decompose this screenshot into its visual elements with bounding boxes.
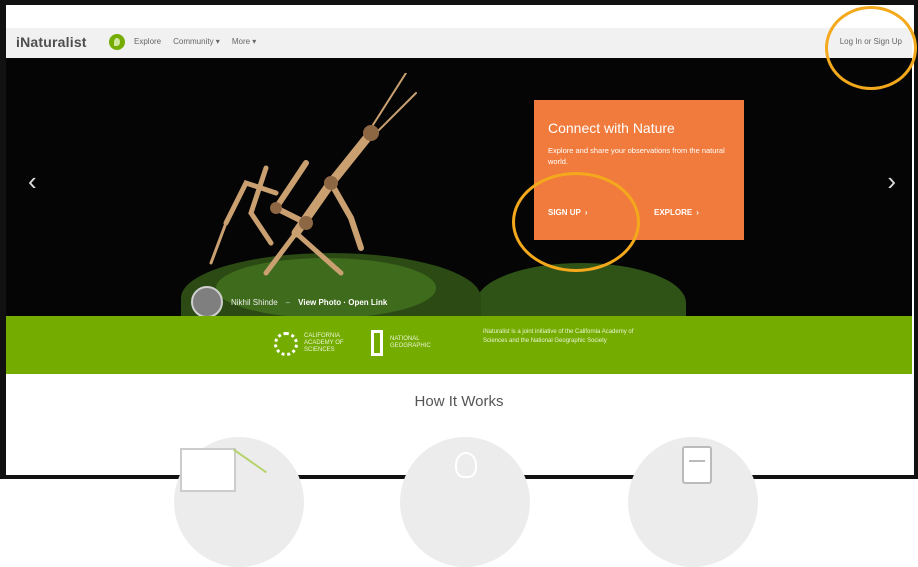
cta-description: Explore and share your observations from… xyxy=(548,146,725,166)
acorn-icon xyxy=(455,452,477,478)
partner-band: CALIFORNIA ACADEMY OF SCIENCES NATIONAL … xyxy=(6,316,912,374)
hero-carousel: ‹ › Nikhil Shinde – View Photo · Open Li… xyxy=(6,58,912,316)
photo-credit: Nikhil Shinde – View Photo · Open Link xyxy=(191,286,387,316)
phone-icon xyxy=(682,446,712,484)
highlight-ring-signup xyxy=(512,172,640,272)
view-photo-link[interactable]: View Photo · Open Link xyxy=(298,298,387,307)
natgeo-logo-text: NATIONAL GEOGRAPHIC xyxy=(390,336,431,349)
nav-link-more[interactable]: More ▾ xyxy=(232,37,256,46)
next-slide-icon[interactable]: › xyxy=(887,166,896,197)
nav-links: Explore Community ▾ More ▾ xyxy=(134,37,256,46)
how-it-works-heading: How It Works xyxy=(414,393,504,410)
mantis-photo-image xyxy=(209,73,417,276)
chevron-right-icon: › xyxy=(696,208,699,217)
cta-title: Connect with Nature xyxy=(548,120,675,136)
cal-academy-logo-icon[interactable] xyxy=(274,332,298,356)
nav-link-community[interactable]: Community ▾ xyxy=(173,37,220,46)
prev-slide-icon[interactable]: ‹ xyxy=(28,166,37,197)
natgeo-logo-icon[interactable] xyxy=(371,330,383,356)
map-screen-icon xyxy=(180,448,236,492)
explore-label: EXPLORE xyxy=(654,208,693,217)
highlight-ring-login xyxy=(825,6,917,90)
cal-academy-logo-text: CALIFORNIA ACADEMY OF SCIENCES xyxy=(304,333,344,353)
leaf-logo-icon[interactable] xyxy=(109,34,125,50)
brand-logo-text[interactable]: iNaturalist xyxy=(16,34,87,50)
top-navigation: iNaturalist Explore Community ▾ More ▾ L… xyxy=(6,28,912,59)
credit-separator: – xyxy=(285,297,291,307)
partner-description: iNaturalist is a joint initiative of the… xyxy=(483,329,634,344)
nav-link-explore[interactable]: Explore xyxy=(134,37,161,46)
photographer-avatar[interactable] xyxy=(191,286,223,316)
explore-button[interactable]: EXPLORE › xyxy=(654,208,699,217)
photographer-name[interactable]: Nikhil Shinde xyxy=(231,298,278,307)
